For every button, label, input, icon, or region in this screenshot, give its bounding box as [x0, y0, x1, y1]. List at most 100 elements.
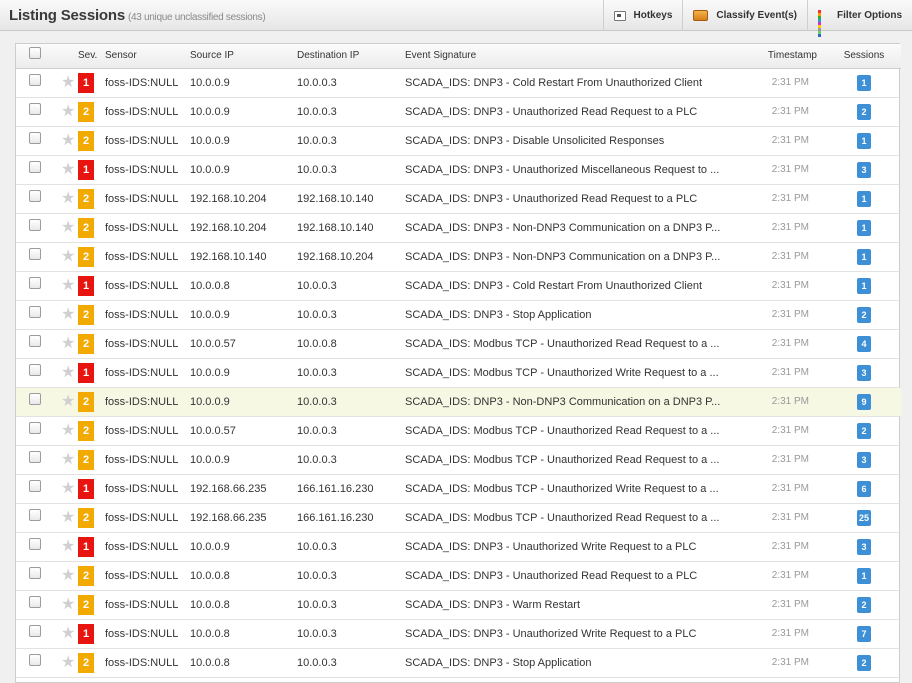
destination-ip-cell[interactable]: 10.0.0.3: [297, 590, 405, 619]
row-checkbox[interactable]: [29, 364, 41, 376]
sessions-count-badge[interactable]: 1: [857, 75, 871, 91]
star-icon[interactable]: ★: [61, 539, 75, 555]
row-checkbox[interactable]: [29, 654, 41, 666]
sessions-count-badge[interactable]: 2: [857, 307, 871, 323]
table-row[interactable]: ★2foss-IDS:NULL192.168.66.235166.161.16.…: [16, 503, 901, 532]
row-checkbox[interactable]: [29, 509, 41, 521]
sessions-count-badge[interactable]: 9: [857, 394, 871, 410]
sessions-count-badge[interactable]: 1: [857, 220, 871, 236]
sessions-count-badge[interactable]: 3: [857, 365, 871, 381]
star-icon[interactable]: ★: [61, 394, 75, 410]
source-ip-cell[interactable]: 192.168.66.235: [190, 474, 297, 503]
star-icon[interactable]: ★: [61, 568, 75, 584]
table-row[interactable]: ★2foss-IDS:NULL10.0.0.810.0.0.3SCADA_IDS…: [16, 561, 901, 590]
table-row[interactable]: ★1foss-IDS:NULL10.0.0.910.0.0.3SCADA_IDS…: [16, 68, 901, 97]
table-row[interactable]: ★2foss-IDS:NULL10.0.0.910.0.0.3SCADA_IDS…: [16, 387, 901, 416]
source-ip-cell[interactable]: 10.0.0.9: [190, 445, 297, 474]
table-row[interactable]: ★2foss-IDS:NULL192.168.10.204192.168.10.…: [16, 213, 901, 242]
sessions-count-badge[interactable]: 2: [857, 655, 871, 671]
star-icon[interactable]: ★: [61, 75, 75, 91]
destination-ip-cell[interactable]: 192.168.10.204: [297, 242, 405, 271]
sessions-count-badge[interactable]: 3: [857, 452, 871, 468]
star-icon[interactable]: ★: [61, 481, 75, 497]
star-icon[interactable]: ★: [61, 104, 75, 120]
filter-options-button[interactable]: Filter Options: [807, 0, 912, 31]
row-checkbox[interactable]: [29, 74, 41, 86]
star-icon[interactable]: ★: [61, 133, 75, 149]
col-source-ip[interactable]: Source IP: [190, 44, 297, 68]
event-signature-cell[interactable]: SCADA_IDS: DNP3 - Unauthorized Read Requ…: [405, 97, 755, 126]
table-row[interactable]: ★2foss-IDS:NULL192.168.10.140192.168.10.…: [16, 242, 901, 271]
col-timestamp[interactable]: Timestamp: [755, 44, 827, 68]
table-row[interactable]: ★1foss-IDS:NULL10.0.0.810.0.0.3SCADA_IDS…: [16, 271, 901, 300]
row-checkbox[interactable]: [29, 335, 41, 347]
row-checkbox[interactable]: [29, 393, 41, 405]
row-checkbox[interactable]: [29, 306, 41, 318]
event-signature-cell[interactable]: SCADA_IDS: DNP3 - Unauthorized Write Req…: [405, 619, 755, 648]
table-row[interactable]: ★1foss-IDS:NULL10.0.0.910.0.0.3SCADA_IDS…: [16, 532, 901, 561]
row-checkbox[interactable]: [29, 596, 41, 608]
table-row[interactable]: ★2foss-IDS:NULL10.0.0.810.0.0.3SCADA_IDS…: [16, 590, 901, 619]
table-row[interactable]: ★2foss-IDS:NULL10.0.0.910.0.0.3SCADA_IDS…: [16, 126, 901, 155]
source-ip-cell[interactable]: 10.0.0.9: [190, 68, 297, 97]
sessions-count-badge[interactable]: 1: [857, 191, 871, 207]
destination-ip-cell[interactable]: 10.0.0.3: [297, 300, 405, 329]
destination-ip-cell[interactable]: 10.0.0.3: [297, 445, 405, 474]
source-ip-cell[interactable]: 10.0.0.8: [190, 271, 297, 300]
event-signature-cell[interactable]: SCADA_IDS: DNP3 - Stop Application: [405, 648, 755, 677]
source-ip-cell[interactable]: 192.168.10.140: [190, 242, 297, 271]
source-ip-cell[interactable]: 10.0.0.9: [190, 155, 297, 184]
event-signature-cell[interactable]: SCADA_IDS: DNP3 - Non-DNP3 Communication…: [405, 213, 755, 242]
event-signature-cell[interactable]: SCADA_IDS: DNP3 - Non-DNP3 Communication…: [405, 387, 755, 416]
destination-ip-cell[interactable]: 10.0.0.3: [297, 648, 405, 677]
destination-ip-cell[interactable]: 10.0.0.8: [297, 329, 405, 358]
source-ip-cell[interactable]: 10.0.0.57: [190, 329, 297, 358]
destination-ip-cell[interactable]: 10.0.0.3: [297, 155, 405, 184]
source-ip-cell[interactable]: 192.168.10.204: [190, 213, 297, 242]
sessions-count-badge[interactable]: 7: [857, 626, 871, 642]
star-icon[interactable]: ★: [61, 336, 75, 352]
row-checkbox[interactable]: [29, 277, 41, 289]
table-row[interactable]: ★1foss-IDS:NULL192.168.66.235166.161.16.…: [16, 474, 901, 503]
event-signature-cell[interactable]: SCADA_IDS: DNP3 - Non-DNP3 Communication…: [405, 242, 755, 271]
row-checkbox[interactable]: [29, 190, 41, 202]
table-row[interactable]: ★2foss-IDS:NULL10.0.0.910.0.0.3SCADA_IDS…: [16, 97, 901, 126]
sessions-count-badge[interactable]: 1: [857, 278, 871, 294]
destination-ip-cell[interactable]: 10.0.0.3: [297, 532, 405, 561]
source-ip-cell[interactable]: 192.168.10.204: [190, 184, 297, 213]
event-signature-cell[interactable]: SCADA_IDS: Modbus TCP - Unauthorized Rea…: [405, 445, 755, 474]
star-icon[interactable]: ★: [61, 191, 75, 207]
destination-ip-cell[interactable]: 192.168.10.140: [297, 213, 405, 242]
sessions-count-badge[interactable]: 1: [857, 249, 871, 265]
col-sensor[interactable]: Sensor: [105, 44, 190, 68]
table-row[interactable]: ★1foss-IDS:NULL10.0.0.910.0.0.3SCADA_IDS…: [16, 358, 901, 387]
destination-ip-cell[interactable]: 166.161.16.230: [297, 474, 405, 503]
event-signature-cell[interactable]: SCADA_IDS: Modbus TCP - Unauthorized Rea…: [405, 503, 755, 532]
row-checkbox[interactable]: [29, 625, 41, 637]
source-ip-cell[interactable]: 10.0.0.9: [190, 97, 297, 126]
table-row[interactable]: ★2foss-IDS:NULL192.168.10.204192.168.10.…: [16, 184, 901, 213]
star-icon[interactable]: ★: [61, 597, 75, 613]
event-signature-cell[interactable]: SCADA_IDS: DNP3 - Unauthorized Miscellan…: [405, 155, 755, 184]
source-ip-cell[interactable]: 10.0.0.8: [190, 619, 297, 648]
destination-ip-cell[interactable]: 10.0.0.3: [297, 126, 405, 155]
table-row[interactable]: ★2foss-IDS:NULL10.0.0.810.0.0.3SCADA_IDS…: [16, 648, 901, 677]
destination-ip-cell[interactable]: 10.0.0.3: [297, 68, 405, 97]
event-signature-cell[interactable]: SCADA_IDS: DNP3 - Unauthorized Write Req…: [405, 532, 755, 561]
destination-ip-cell[interactable]: 166.161.16.230: [297, 503, 405, 532]
row-checkbox[interactable]: [29, 422, 41, 434]
star-icon[interactable]: ★: [61, 423, 75, 439]
star-icon[interactable]: ★: [61, 162, 75, 178]
source-ip-cell[interactable]: 10.0.0.8: [190, 590, 297, 619]
sessions-count-badge[interactable]: 3: [857, 162, 871, 178]
col-sessions[interactable]: Sessions: [827, 44, 901, 68]
sessions-count-badge[interactable]: 4: [857, 336, 871, 352]
col-event-signature[interactable]: Event Signature: [405, 44, 755, 68]
table-row[interactable]: ★2foss-IDS:NULL10.0.0.910.0.0.3SCADA_IDS…: [16, 300, 901, 329]
event-signature-cell[interactable]: SCADA_IDS: DNP3 - Unauthorized Read Requ…: [405, 184, 755, 213]
destination-ip-cell[interactable]: 10.0.0.3: [297, 619, 405, 648]
hotkeys-button[interactable]: Hotkeys: [603, 0, 683, 31]
destination-ip-cell[interactable]: 10.0.0.3: [297, 358, 405, 387]
sessions-count-badge[interactable]: 1: [857, 568, 871, 584]
star-icon[interactable]: ★: [61, 220, 75, 236]
